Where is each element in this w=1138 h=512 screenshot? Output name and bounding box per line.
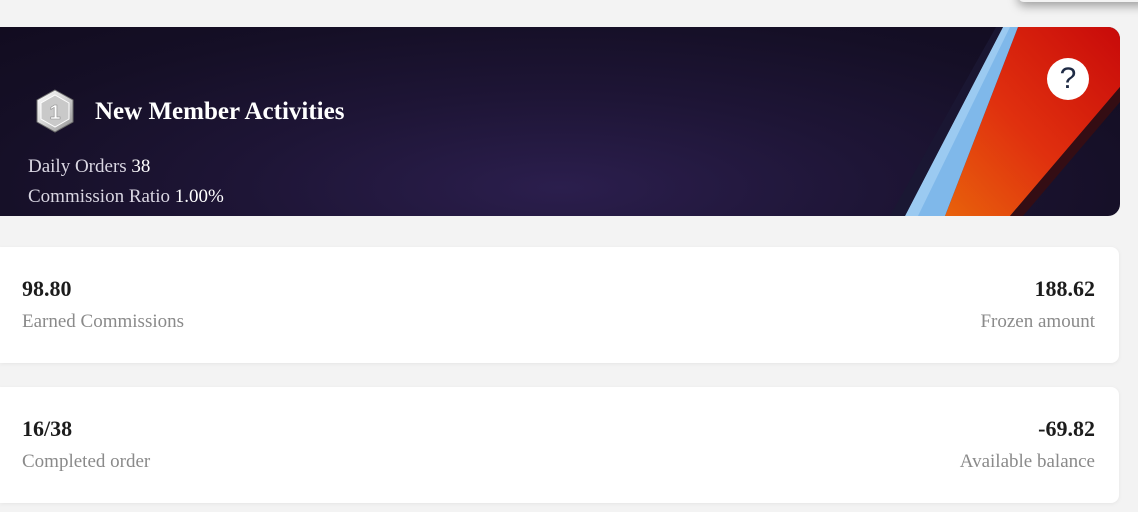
earned-commissions-label: Earned Commissions (22, 311, 185, 332)
page: 1 New Member Activities Daily Orders 38 … (0, 0, 1138, 512)
question-mark-icon: ? (1059, 62, 1077, 95)
svg-text:1: 1 (49, 102, 60, 124)
daily-orders-label: Daily Orders (28, 156, 127, 177)
daily-orders-value: 38 (131, 156, 151, 177)
daily-orders-row: Daily Orders 38 (28, 155, 150, 179)
commission-ratio-value: 1.00% (174, 186, 224, 207)
frozen-amount-label: Frozen amount (980, 311, 1095, 332)
completed-order-label: Completed order (22, 451, 151, 472)
banner-title: New Member Activities (95, 98, 345, 125)
frozen-amount-value: 188.62 (1034, 276, 1096, 301)
available-balance-label: Available balance (959, 451, 1095, 472)
help-button[interactable]: ? (1047, 58, 1089, 100)
available-balance-stat: -69.82 Available balance (960, 416, 1095, 474)
member-level-banner: 1 New Member Activities Daily Orders 38 … (0, 27, 1120, 216)
earned-commissions-value: 98.80 (22, 276, 72, 301)
overlay-edge (1018, 0, 1138, 2)
order-stats-card: 16/38 Completed order -69.82 Available b… (0, 387, 1119, 503)
available-balance-value: -69.82 (1038, 416, 1095, 441)
level-badge-icon: 1 (36, 89, 74, 133)
earned-commissions-stat: 98.80 Earned Commissions (22, 276, 184, 334)
completed-order-stat: 16/38 Completed order (22, 416, 150, 474)
frozen-amount-stat: 188.62 Frozen amount (980, 276, 1095, 334)
commission-ratio-label: Commission Ratio (28, 186, 170, 207)
commission-ratio-row: Commission Ratio 1.00% (28, 185, 224, 209)
commission-stats-card: 98.80 Earned Commissions 188.62 Frozen a… (0, 247, 1119, 363)
completed-order-value: 16/38 (22, 416, 73, 441)
